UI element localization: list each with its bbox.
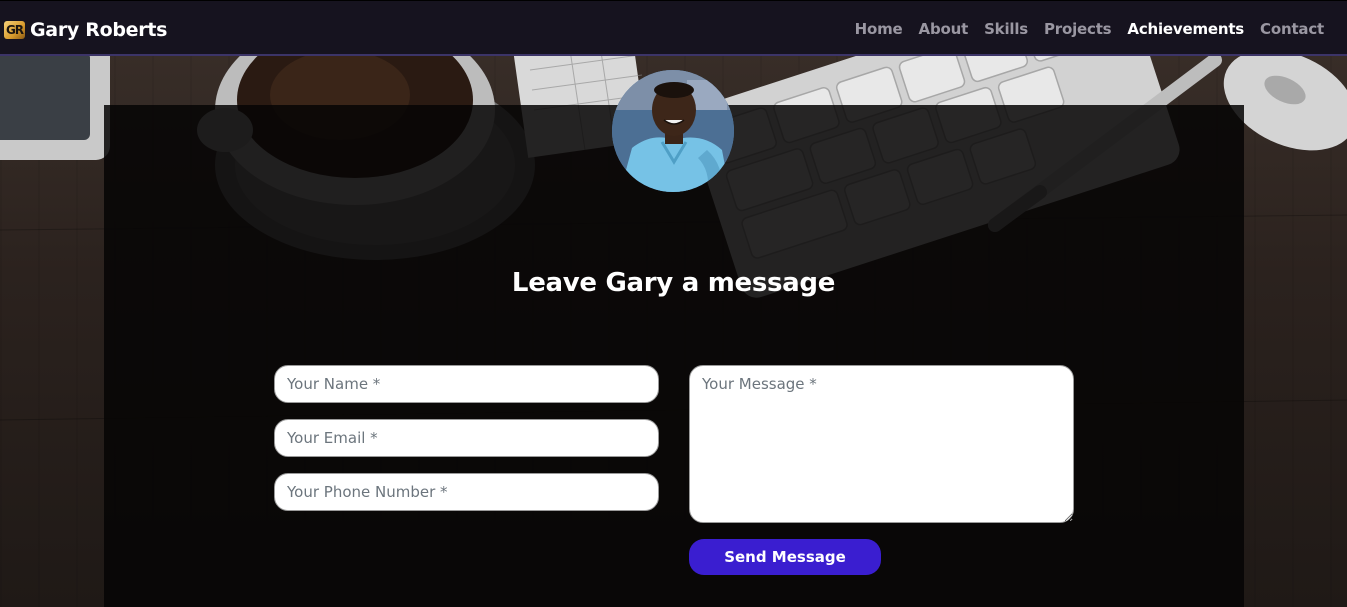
send-message-button[interactable]: Send Message bbox=[689, 539, 881, 575]
nav-link-skills[interactable]: Skills bbox=[984, 20, 1028, 38]
email-input[interactable] bbox=[274, 419, 659, 457]
brand-name: Gary Roberts bbox=[30, 19, 168, 41]
nav-link-achievements[interactable]: Achievements bbox=[1127, 20, 1244, 38]
nav-link-projects[interactable]: Projects bbox=[1044, 20, 1112, 38]
nav-link-about[interactable]: About bbox=[919, 20, 969, 38]
avatar-photo-illustration bbox=[612, 70, 734, 192]
contact-form-title: Leave Gary a message bbox=[511, 268, 836, 298]
phone-shape bbox=[0, 40, 110, 160]
nav-links: Home About Skills Projects Achievements … bbox=[839, 20, 1325, 38]
top-navbar: GR Gary Roberts Home About Skills Projec… bbox=[0, 0, 1347, 56]
profile-avatar bbox=[612, 70, 734, 192]
message-textarea[interactable] bbox=[689, 365, 1074, 523]
nav-link-contact[interactable]: Contact bbox=[1260, 20, 1324, 38]
nav-link-home[interactable]: Home bbox=[855, 20, 903, 38]
name-input[interactable] bbox=[274, 365, 659, 403]
brand-link[interactable]: GR Gary Roberts bbox=[4, 16, 167, 44]
phone-input[interactable] bbox=[274, 473, 659, 511]
brand-logo-icon: GR bbox=[4, 21, 25, 39]
